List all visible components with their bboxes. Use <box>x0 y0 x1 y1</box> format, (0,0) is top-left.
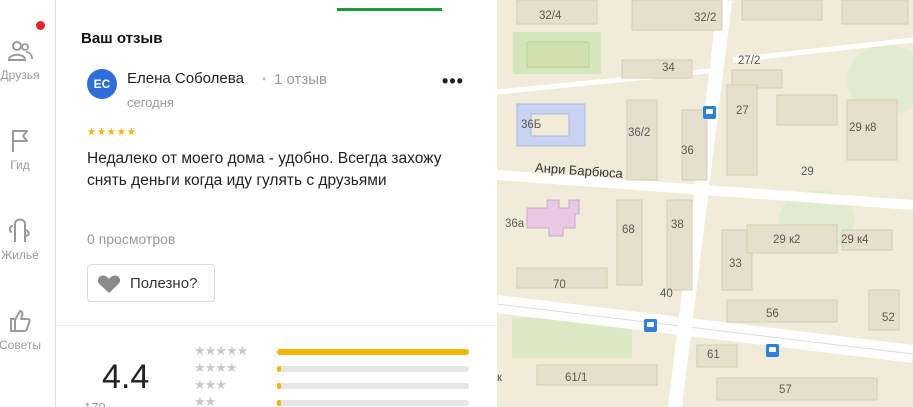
more-options-button[interactable]: ••• <box>440 71 466 95</box>
rating-row-stars: ★★★ <box>194 377 227 392</box>
nav-item-friends[interactable]: Друзья <box>0 38 50 82</box>
rating-bar-track <box>277 383 469 389</box>
building-label: 70 <box>553 279 566 291</box>
rating-bar-track <box>277 366 469 372</box>
building-label: 52 <box>882 312 895 324</box>
section-divider <box>56 325 497 326</box>
nav-item-guide[interactable]: Гид <box>0 128 50 172</box>
building-label: 36а <box>505 218 525 230</box>
review-panel: Ваш отзыв ЕС Елена Соболева • 1 отзыв се… <box>56 0 497 407</box>
building-label: 56 <box>766 308 779 320</box>
building-label: 57 <box>779 384 792 396</box>
nav-label-housing: Жильё <box>1 248 39 262</box>
rating-bar-track <box>277 349 469 355</box>
building-label: 29 к8 <box>849 122 877 134</box>
rating-row-stars: ★★ <box>194 394 216 407</box>
heart-icon <box>97 275 121 293</box>
left-nav-rail: Друзья Гид Жильё Советы <box>0 0 56 407</box>
building-label: 34 <box>662 62 675 74</box>
review-date: сегодня <box>127 95 174 110</box>
building-label: 61 <box>707 349 720 361</box>
nav-item-housing[interactable]: Жильё <box>0 214 50 262</box>
rating-bar-fill <box>277 383 281 389</box>
building-label: 32/4 <box>539 10 562 22</box>
rating-count: 179 <box>84 400 106 407</box>
building-label: 40 <box>660 288 673 300</box>
flag-icon <box>12 130 28 152</box>
section-title: Ваш отзыв <box>81 30 163 47</box>
map-canvas <box>497 0 913 407</box>
friends-icon <box>7 41 33 61</box>
rating-bar-fill <box>277 366 281 372</box>
building-label: 36Б <box>521 119 542 131</box>
useful-button[interactable]: Полезно? <box>87 264 215 302</box>
building-label: 29 <box>801 166 814 178</box>
building-label: 27/2 <box>738 55 761 67</box>
author-name[interactable]: Елена Соболева <box>127 70 244 87</box>
building-icon <box>8 218 30 242</box>
bus-stop-icon[interactable] <box>644 319 657 332</box>
rating-bar-fill <box>277 400 281 406</box>
app-root: Друзья Гид Жильё Советы Ваш отзыв ЕС Еле… <box>0 0 913 407</box>
rating-row-stars: ★★★★ <box>194 360 238 375</box>
building-label: 32/2 <box>694 12 717 24</box>
building-label: 36 <box>681 145 694 157</box>
review-text: Недалеко от моего дома - удобно. Всегда … <box>87 150 442 189</box>
sports-field <box>526 41 590 68</box>
building-label: 29 к2 <box>773 234 801 246</box>
building-label: 61/1 <box>565 372 588 384</box>
useful-button-label: Полезно? <box>130 275 198 292</box>
avatar[interactable]: ЕС <box>87 69 117 99</box>
author-review-count: 1 отзыв <box>274 71 328 88</box>
nav-item-tips[interactable]: Советы <box>0 308 50 352</box>
building-label: 68 <box>622 224 635 236</box>
rating-bar-fill <box>277 349 469 355</box>
separator-dot: • <box>262 72 267 86</box>
rating-bar-track <box>277 400 469 406</box>
notification-badge <box>36 21 45 30</box>
building-label: 38 <box>671 219 684 231</box>
building-label: 36/2 <box>628 127 651 139</box>
nav-label-friends: Друзья <box>0 68 40 82</box>
rating-row-stars: ★★★★★ <box>194 343 248 358</box>
rating-value: 4.4 <box>102 358 150 396</box>
ellipsis-icon: ••• <box>442 71 464 91</box>
bus-stop-icon[interactable] <box>766 344 779 357</box>
building-label: 29 к4 <box>841 234 869 246</box>
views-count: 0 просмотров <box>87 231 176 247</box>
building-label: 27 <box>736 105 749 117</box>
bus-stop-icon[interactable] <box>703 106 716 119</box>
map-view[interactable]: Анри Барбюса 32/4 32/2 34 27/2 27 36Б 36… <box>497 0 913 407</box>
active-tab-indicator <box>337 8 442 11</box>
nav-label-guide: Гид <box>10 158 30 172</box>
kindergarten-building <box>526 199 580 237</box>
building-label: 33 <box>729 258 742 270</box>
review-stars: ★★★★★ <box>87 127 137 138</box>
thumbs-up-icon <box>10 310 31 332</box>
nav-label-tips: Советы <box>0 338 41 352</box>
building-label: к <box>497 372 503 384</box>
